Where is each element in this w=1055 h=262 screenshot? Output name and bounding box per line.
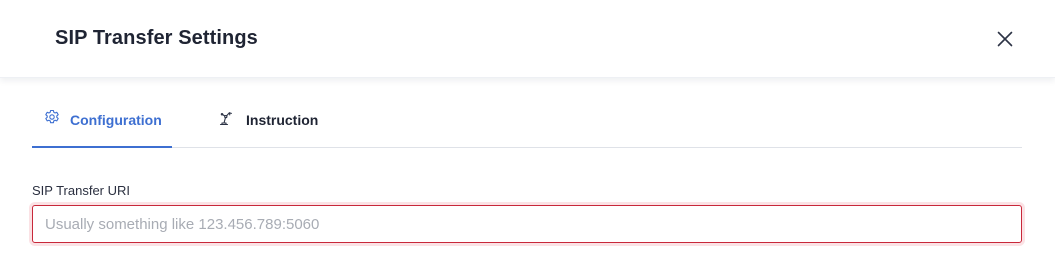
close-button[interactable]	[994, 28, 1016, 50]
tab-bar: Configuration Instruction	[32, 93, 1022, 148]
modal-header: SIP Transfer Settings	[0, 0, 1055, 78]
tab-instruction-label: Instruction	[246, 111, 319, 128]
robot-arm-icon	[219, 111, 232, 125]
tab-configuration-label: Configuration	[70, 111, 162, 128]
modal-title: SIP Transfer Settings	[55, 27, 258, 49]
tab-instruction[interactable]: Instruction	[218, 93, 318, 146]
gear-icon	[45, 109, 59, 123]
close-icon	[997, 31, 1013, 47]
sip-transfer-uri-label: SIP Transfer URI	[32, 183, 131, 198]
sip-transfer-uri-input[interactable]	[32, 205, 1022, 243]
tab-configuration[interactable]: Configuration	[32, 93, 172, 148]
sip-transfer-settings-modal: SIP Transfer Settings Configuration Inst…	[0, 0, 1055, 262]
